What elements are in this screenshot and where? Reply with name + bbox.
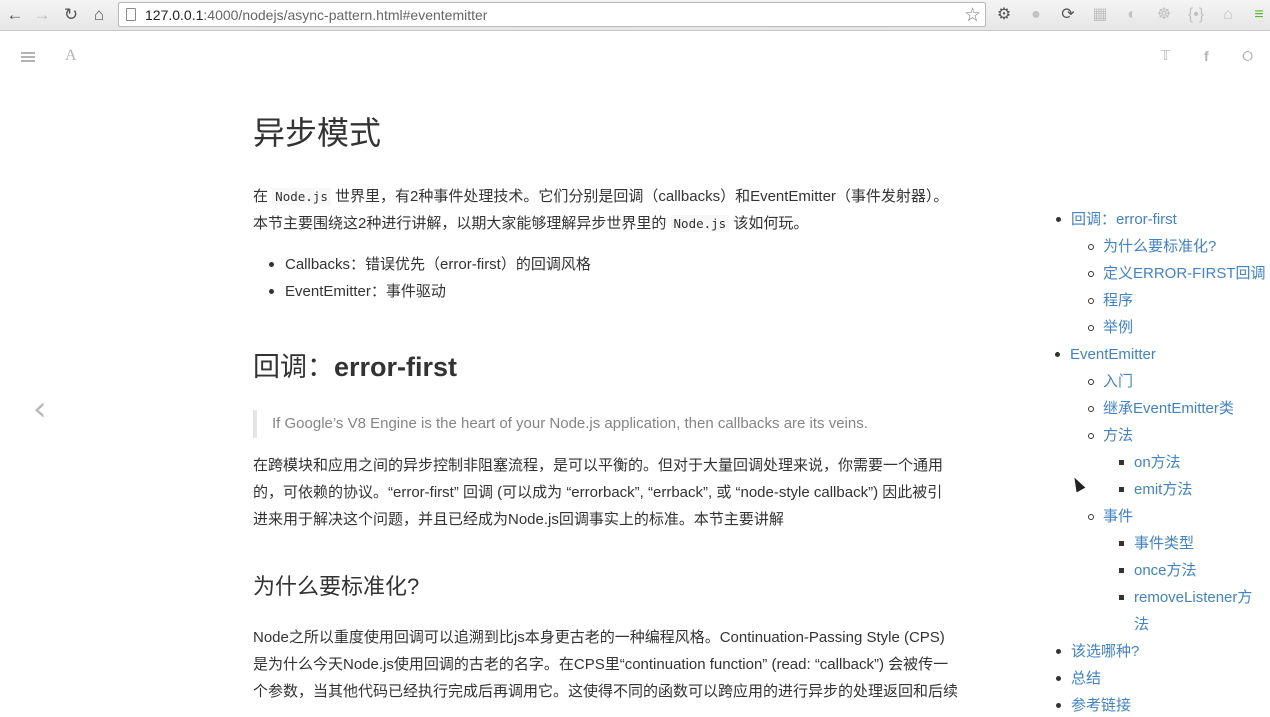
heading-text: 回调： <box>253 352 334 382</box>
font-settings-icon[interactable]: A <box>65 45 77 67</box>
toc-link[interactable]: 程序 <box>1087 290 1133 312</box>
url-text[interactable]: 127.0.0.1:4000/nodejs/async-pattern.html… <box>145 7 487 23</box>
toc-link-continuation[interactable]: 法 <box>1134 614 1149 636</box>
inline-code: Node.js <box>272 188 331 205</box>
globe-icon[interactable]: ● <box>1025 4 1047 26</box>
facebook-icon[interactable]: f <box>1204 45 1209 67</box>
toc-link[interactable]: 该选哪种? <box>1055 641 1139 663</box>
toc-link[interactable]: emit方法 <box>1118 479 1192 501</box>
previous-page-icon[interactable]: ‹ <box>33 389 47 429</box>
paragraph-line: 个参数，当其他代码已经执行完成后再调用它。这使得不同的函数可以跨应用的进行异步的… <box>253 683 959 700</box>
twitter-icon[interactable]: 𝕋 <box>1161 45 1170 67</box>
bookmark-star-icon[interactable]: ☆ <box>964 4 981 27</box>
sync-icon[interactable]: ⟳ <box>1057 4 1079 26</box>
intro-text: 在 <box>253 188 273 205</box>
blockquote: If Google’s V8 Engine is the heart of yo… <box>253 410 1019 438</box>
paragraph-line: Node之所以重度使用回调可以追溯到比js本身更古老的一种编程风格。Contin… <box>253 629 945 646</box>
toc-link[interactable]: 继承EventEmitter类 <box>1088 398 1234 420</box>
intro-line-2: 本节主要围绕这2种进行讲解，以期大家能够理解异步世界里的 Node.js 该如何… <box>253 210 808 237</box>
paragraph-line: 是为什么今天Node.js使用回调的古老的名字。在CPS里“continuati… <box>253 656 949 673</box>
paragraph-line: 在跨模块和应用之间的异步控制非阻塞流程，是可以平衡的。但对于大量回调处理来说，你… <box>253 457 944 474</box>
toc-link[interactable]: once方法 <box>1119 560 1197 582</box>
reload-icon[interactable]: ↻ <box>59 3 83 27</box>
intro-line-1: 在 Node.js 世界里，有2种事件处理技术。它们分别是回调（callback… <box>253 183 948 210</box>
subheading-why-standardize: 为什么要标准化? <box>253 574 420 599</box>
toc-link[interactable]: on方法 <box>1119 452 1181 474</box>
toc-link[interactable]: 参考链接 <box>1055 695 1131 717</box>
toc-link[interactable]: 总结 <box>1055 668 1101 690</box>
browser-toolbar: ← → ↻ ⌂ 127.0.0.1:4000/nodejs/async-patt… <box>0 0 1270 31</box>
toc-link[interactable]: 入门 <box>1087 371 1133 393</box>
page-icon <box>126 8 136 21</box>
puzzle-icon[interactable]: ◐ <box>1121 4 1143 26</box>
section-heading-callbacks: 回调：error-first <box>253 345 457 384</box>
list-item: EventEmitter：事件驱动 <box>267 278 591 305</box>
intro-text: 该如何玩。 <box>729 215 809 232</box>
paragraph-line: 进来用于解决这个问题，并且已经成为Node.js回调事实上的标准。本节主要讲解 <box>253 511 784 528</box>
paragraph-line: 的，可依赖的协议。“error-first” 回调 (可以成为 “errorba… <box>253 484 943 501</box>
toc-link[interactable]: 定义ERROR-FIRST回调 <box>1088 263 1266 285</box>
intro-bullet-list: Callbacks：错误优先（error-first）的回调风格 EventEm… <box>267 251 591 305</box>
url-path: :4000/nodejs/async-pattern.html#eventemi… <box>203 7 488 23</box>
home-icon[interactable]: ⌂ <box>87 3 111 27</box>
back-arrow-icon[interactable]: ← <box>3 3 27 27</box>
list-item: Callbacks：错误优先（error-first）的回调风格 <box>267 251 591 278</box>
hat-icon[interactable]: ⌂ <box>1217 4 1239 26</box>
intro-text: 世界里，有2种事件处理技术。它们分别是回调（callbacks）和EventEm… <box>330 188 949 205</box>
page-title: 异步模式 <box>253 115 382 151</box>
intro-text: 本节主要围绕这2种进行讲解，以期大家能够理解异步世界里的 <box>253 215 671 232</box>
toc-link[interactable]: 为什么要标准化? <box>1087 236 1216 258</box>
toc-link[interactable]: 回调：error-first <box>1056 209 1177 231</box>
address-bar[interactable]: 127.0.0.1:4000/nodejs/async-pattern.html… <box>118 2 986 27</box>
table-icon[interactable]: ▦ <box>1089 4 1111 26</box>
settings-icon[interactable]: ☸ <box>1153 4 1175 26</box>
gear-icon[interactable]: ⚙ <box>993 4 1015 26</box>
toc-link[interactable]: EventEmitter <box>1055 344 1156 366</box>
toc-link[interactable]: 举例 <box>1087 317 1133 339</box>
toc-link[interactable]: 事件 <box>1087 506 1133 528</box>
inline-code: Node.js <box>670 215 730 232</box>
toc-link[interactable]: 方法 <box>1087 425 1133 447</box>
url-host: 127.0.0.1 <box>145 7 204 23</box>
share-icon[interactable]: ⭘ <box>1242 45 1253 67</box>
menu-icon[interactable]: ≡ <box>1248 4 1270 26</box>
braces-icon[interactable]: {•} <box>1185 4 1207 26</box>
forward-arrow-icon[interactable]: → <box>30 3 54 27</box>
heading-text: error-first <box>334 352 458 382</box>
mouse-cursor-icon <box>1070 475 1086 493</box>
toc-link[interactable]: 事件类型 <box>1118 533 1194 555</box>
toc-link[interactable]: removeListener方 <box>1118 587 1252 609</box>
hamburger-menu-icon[interactable] <box>21 52 35 64</box>
